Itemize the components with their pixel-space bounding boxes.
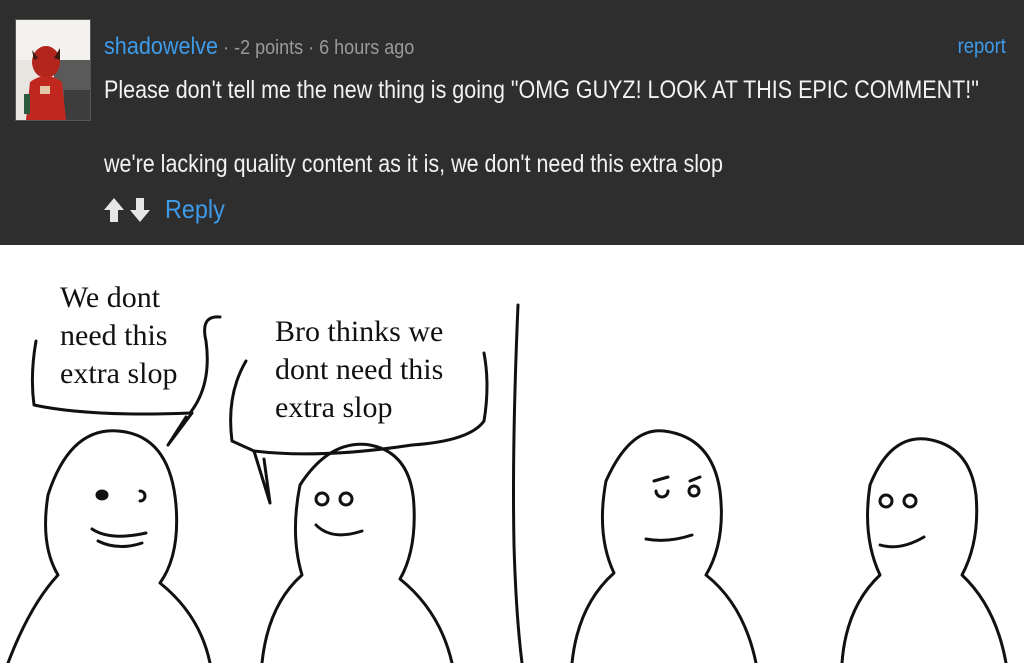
avatar-image bbox=[16, 20, 90, 120]
character-4 bbox=[840, 437, 1008, 663]
comment-age: 6 hours ago bbox=[319, 37, 415, 59]
speech-1-line: We dont bbox=[60, 281, 161, 314]
points-count: -2 points bbox=[234, 37, 304, 59]
panel-divider bbox=[512, 303, 524, 663]
speech-tail-2 bbox=[252, 449, 272, 505]
speech-2-line: Bro thinks we bbox=[275, 315, 444, 348]
speech-1-line: extra slop bbox=[60, 357, 178, 390]
comment-meta: shadowelve · -2 points · 6 hours ago bbox=[104, 33, 414, 61]
avatar[interactable] bbox=[15, 19, 91, 121]
report-link[interactable]: report bbox=[958, 35, 1006, 59]
meme-panel: We dont need this extra slop Bro thinks … bbox=[0, 245, 1024, 663]
meta-separator: · bbox=[223, 37, 230, 59]
username-link[interactable]: shadowelve bbox=[104, 33, 218, 60]
character-3 bbox=[570, 429, 758, 663]
speech-text-1: We dont need this extra slop bbox=[60, 279, 177, 393]
downvote-arrow-icon[interactable] bbox=[129, 196, 151, 224]
speech-2-line: extra slop bbox=[275, 391, 393, 424]
speech-1-line: need this bbox=[60, 319, 168, 352]
character-2 bbox=[260, 442, 454, 663]
meta-separator: · bbox=[308, 37, 315, 59]
comment-panel: shadowelve · -2 points · 6 hours ago rep… bbox=[0, 0, 1024, 245]
comment-text-line-1: Please don't tell me the new thing is go… bbox=[104, 76, 979, 104]
comment-text-line-2: we're lacking quality content as it is, … bbox=[104, 150, 723, 178]
reply-link[interactable]: Reply bbox=[165, 194, 225, 225]
comment-actions: Reply bbox=[103, 194, 231, 225]
speech-2-line: dont need this bbox=[275, 353, 444, 386]
upvote-arrow-icon[interactable] bbox=[103, 196, 125, 224]
character-1 bbox=[6, 429, 212, 663]
speech-tail-1 bbox=[166, 411, 194, 447]
speech-text-2: Bro thinks we dont need this extra slop bbox=[275, 313, 443, 427]
